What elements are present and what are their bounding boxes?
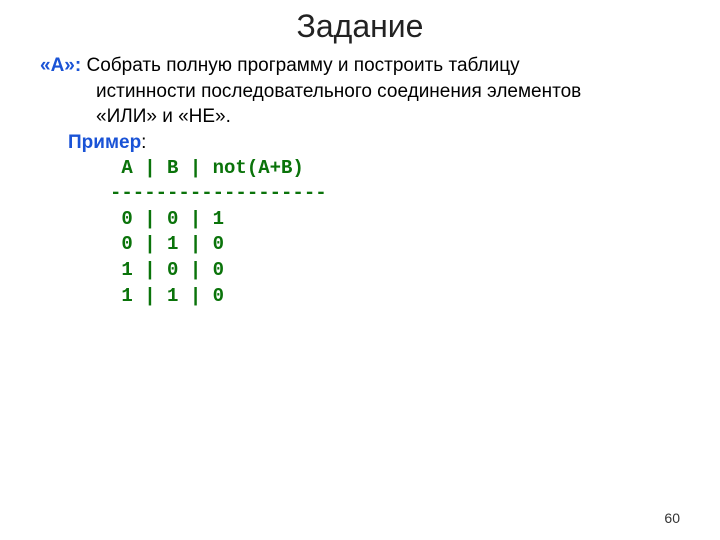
page-number: 60 (664, 510, 680, 526)
example-line: Пример: (40, 130, 680, 156)
slide-title: Задание (40, 8, 680, 45)
code-line-2: ------------------- (110, 182, 327, 204)
task-line-1: «A»: Собрать полную программу и построит… (40, 53, 680, 79)
code-line-1: A | B | not(A+B) (110, 157, 304, 179)
task-description-first: Собрать полную программу и построить таб… (81, 55, 519, 76)
task-body: «A»: Собрать полную программу и построит… (40, 53, 680, 309)
code-line-3: 0 | 0 | 1 (110, 208, 224, 230)
code-line-4: 0 | 1 | 0 (110, 233, 224, 255)
code-line-6: 1 | 1 | 0 (110, 285, 224, 307)
slide: Задание «A»: Собрать полную программу и … (0, 0, 720, 540)
code-line-5: 1 | 0 | 0 (110, 259, 224, 281)
task-description-cont-1: истинности последовательного соединения … (96, 79, 680, 105)
code-block: A | B | not(A+B) ------------------- 0 |… (110, 156, 680, 310)
level-label-a: «A»: (40, 55, 81, 76)
example-label: Пример (68, 132, 141, 153)
task-description-cont-2: «ИЛИ» и «НЕ». (96, 104, 680, 130)
example-colon: : (141, 132, 146, 153)
